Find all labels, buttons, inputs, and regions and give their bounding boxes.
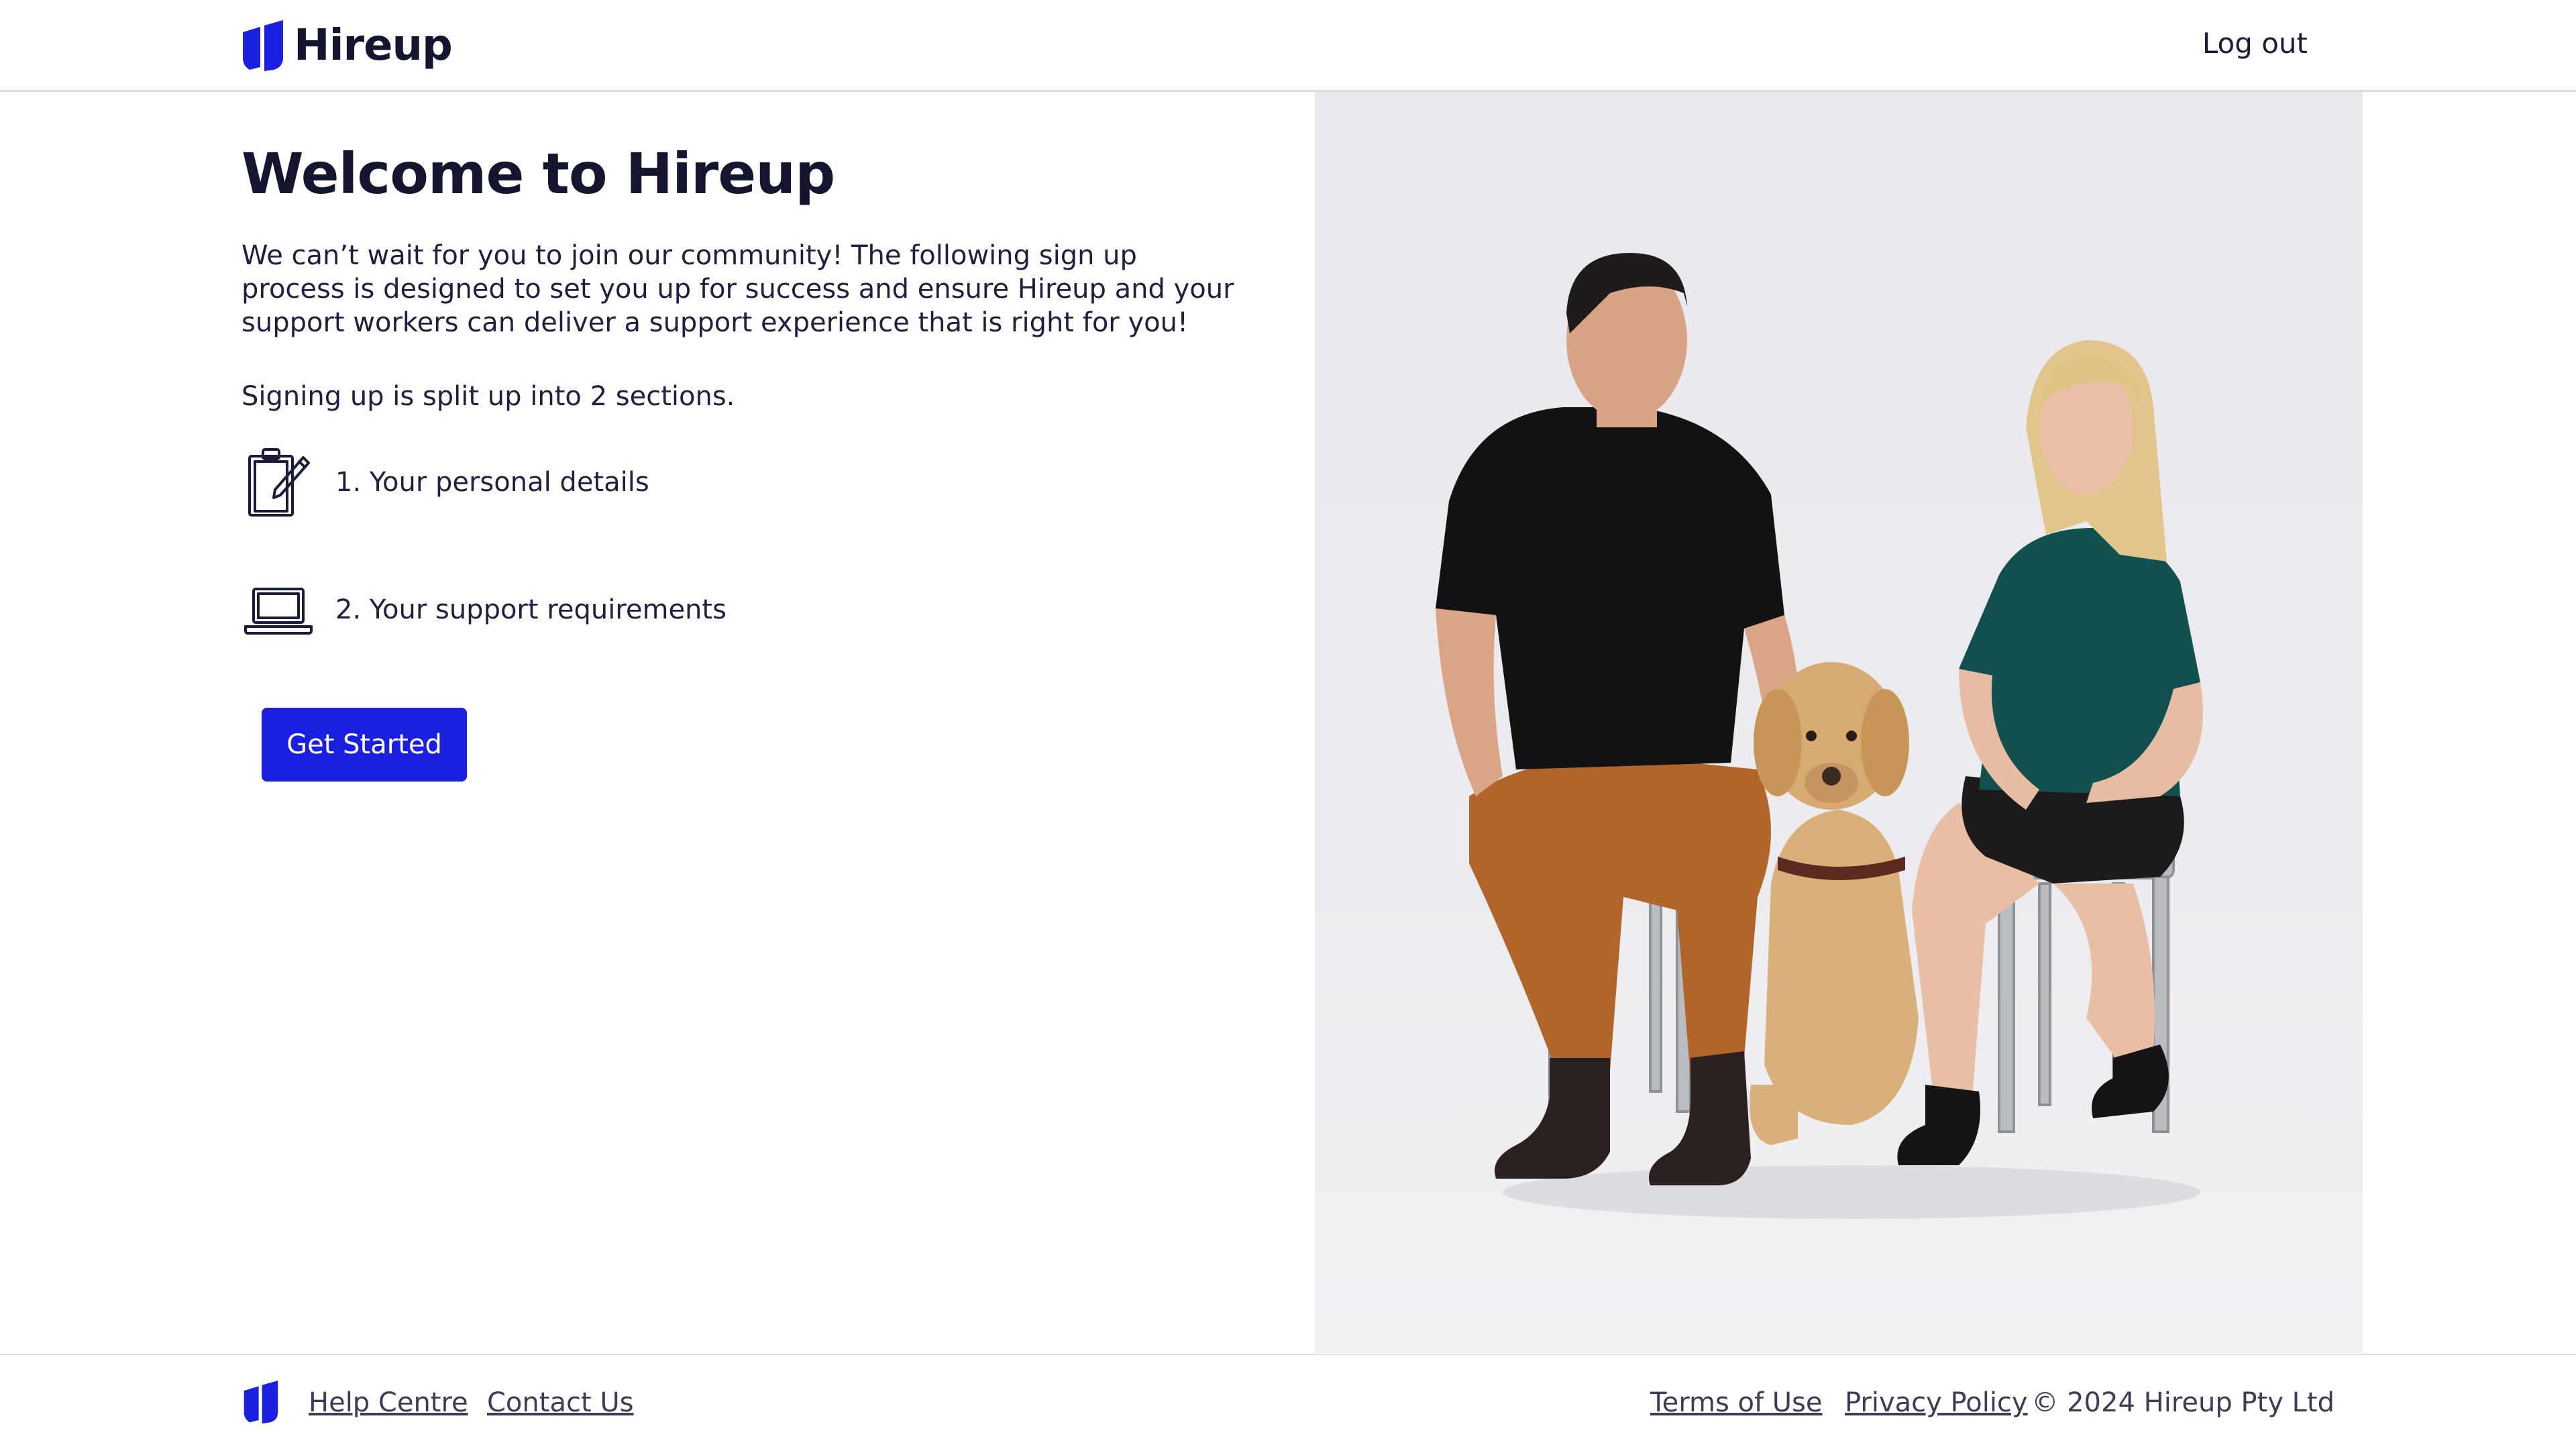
intro-paragraph: We can’t wait for you to join our commun… [241,240,1234,338]
step-label: 1. Your personal details [335,467,649,498]
clipboard-pencil-icon [241,439,329,526]
dog-figure [1750,662,1919,1145]
welcome-section: Welcome to Hireup We can’t wait for you … [241,141,1248,653]
hireup-logo-icon [244,1381,278,1424]
terms-of-use-link[interactable]: Terms of Use [1650,1387,1823,1418]
contact-us-link[interactable]: Contact Us [487,1387,633,1418]
man-figure [1436,253,1800,1185]
step-support-requirements: 2. Your support requirements [241,566,1248,653]
copyright-text: © 2024 Hireup Pty Ltd [2031,1387,2334,1418]
top-header: Hireup Log out [0,0,2576,92]
footer-logo[interactable] [241,1381,280,1427]
people-with-dog-illustration [1436,253,2203,1219]
help-centre-link[interactable]: Help Centre [309,1387,468,1418]
page-title: Welcome to Hireup [241,141,835,207]
privacy-policy-link[interactable]: Privacy Policy [1845,1387,2028,1418]
logo-text: Hireup [294,21,453,70]
page: Hireup Log out Welcome to Hireup We can’… [0,0,2576,1449]
footer: Help Centre Contact Us Terms of Use Priv… [0,1354,2576,1449]
logout-link[interactable]: Log out [2202,27,2308,60]
hireup-logo-icon [243,20,283,71]
hireup-logo[interactable]: Hireup [240,20,453,71]
sections-text: Signing up is split up into 2 sections. [241,381,735,412]
hero-photo [1315,92,2363,1353]
step-label: 2. Your support requirements [335,594,727,625]
laptop-icon [241,566,329,653]
step-personal-details: 1. Your personal details [241,439,1248,526]
get-started-button[interactable]: Get Started [262,708,467,782]
